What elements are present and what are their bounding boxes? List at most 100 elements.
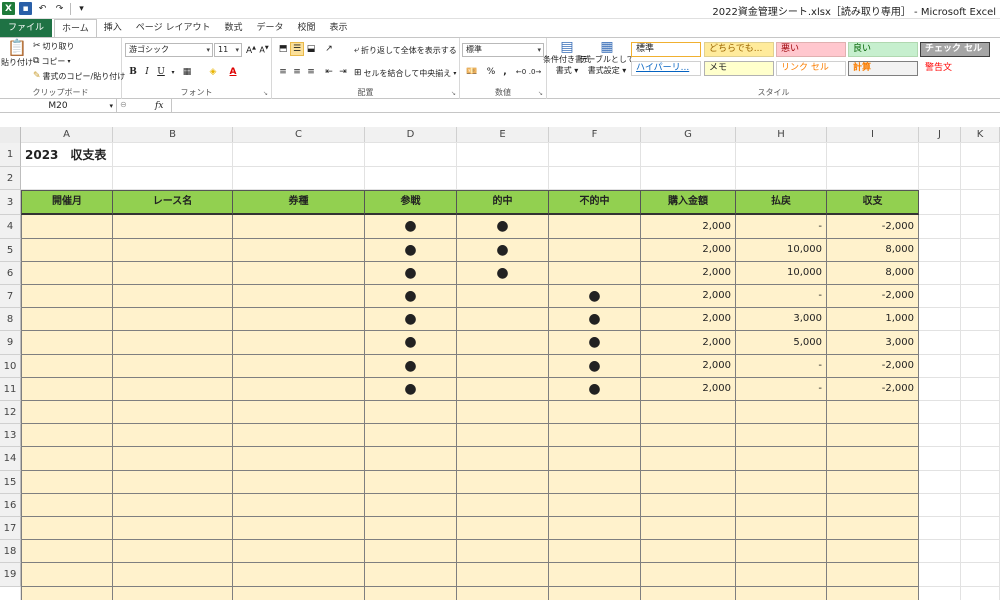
data-cell[interactable]: ● [365, 308, 457, 331]
data-cell[interactable] [827, 563, 919, 587]
paste-button[interactable]: 📋 貼り付け [1, 40, 33, 68]
data-cell[interactable] [113, 355, 233, 378]
data-cell[interactable] [233, 540, 365, 563]
data-cell[interactable] [21, 215, 113, 239]
data-cell[interactable]: ● [549, 378, 641, 401]
data-cell[interactable]: ● [549, 331, 641, 355]
data-cell[interactable] [641, 447, 736, 471]
italic-button[interactable]: I [140, 65, 154, 79]
font-size-select[interactable]: 11 ▾ [214, 43, 242, 57]
data-cell[interactable]: 8,000 [827, 239, 919, 262]
data-cell[interactable] [233, 587, 365, 600]
sheet-title[interactable]: 2023 収支表 [25, 143, 245, 167]
row-header-6[interactable]: 6 [0, 262, 21, 285]
data-cell[interactable]: ● [365, 331, 457, 355]
row-header-11[interactable]: 11 [0, 378, 21, 401]
data-cell[interactable] [365, 424, 457, 447]
copy-button[interactable]: ⧉ コピー ▾ [33, 56, 70, 67]
cell-style-hyperlink[interactable]: ハイパーリ... [631, 61, 701, 76]
column-header-h[interactable]: H [736, 127, 827, 143]
data-cell[interactable] [233, 308, 365, 331]
data-cell[interactable]: -2,000 [827, 215, 919, 239]
header-cell[interactable]: 券種 [233, 190, 365, 215]
data-cell[interactable] [233, 378, 365, 401]
data-cell[interactable] [233, 563, 365, 587]
data-cell[interactable] [113, 239, 233, 262]
data-cell[interactable] [641, 401, 736, 424]
merge-center-button[interactable]: ⊞ セルを結合して中央揃え ▾ [354, 68, 456, 79]
data-cell[interactable] [549, 563, 641, 587]
data-cell[interactable] [365, 494, 457, 517]
data-cell[interactable] [736, 587, 827, 600]
data-cell[interactable] [457, 378, 549, 401]
data-cell[interactable] [365, 587, 457, 600]
data-cell[interactable] [365, 517, 457, 540]
row-header-18[interactable]: 18 [0, 540, 21, 563]
increase-indent-button[interactable]: ⇥ [336, 65, 350, 79]
data-cell[interactable]: ● [365, 378, 457, 401]
column-header-a[interactable]: A [21, 127, 113, 143]
cell-style-linked-cell[interactable]: リンク セル [776, 61, 846, 76]
align-right-button[interactable]: ≡ [304, 65, 318, 79]
data-cell[interactable]: ● [457, 239, 549, 262]
data-cell[interactable] [549, 517, 641, 540]
data-cell[interactable] [21, 587, 113, 600]
data-cell[interactable] [457, 331, 549, 355]
tab-file[interactable]: ファイル [0, 19, 53, 37]
row-header-10[interactable]: 10 [0, 355, 21, 378]
data-cell[interactable] [549, 447, 641, 471]
data-cell[interactable] [457, 401, 549, 424]
align-middle-button[interactable]: ☰ [290, 42, 304, 56]
data-cell[interactable] [549, 401, 641, 424]
row-header-5[interactable]: 5 [0, 239, 21, 262]
data-cell[interactable] [736, 471, 827, 494]
data-cell[interactable] [641, 494, 736, 517]
data-cell[interactable]: ● [365, 262, 457, 285]
insert-function-button[interactable]: fx [155, 99, 169, 113]
row-header-16[interactable]: 16 [0, 494, 21, 517]
percent-button[interactable]: % [484, 65, 498, 79]
data-cell[interactable] [736, 401, 827, 424]
data-cell[interactable]: 2,000 [641, 331, 736, 355]
data-cell[interactable] [736, 517, 827, 540]
wrap-text-button[interactable]: ⤶ 折り返して全体を表示する [354, 45, 457, 56]
data-cell[interactable] [21, 401, 113, 424]
data-cell[interactable]: ● [365, 285, 457, 308]
data-cell[interactable] [549, 587, 641, 600]
data-cell[interactable]: 2,000 [641, 239, 736, 262]
data-cell[interactable]: 10,000 [736, 239, 827, 262]
data-cell[interactable] [365, 540, 457, 563]
data-cell[interactable]: 2,000 [641, 285, 736, 308]
data-cell[interactable] [233, 471, 365, 494]
data-cell[interactable] [21, 239, 113, 262]
data-cell[interactable] [827, 424, 919, 447]
column-header-g[interactable]: G [641, 127, 736, 143]
data-cell[interactable] [233, 401, 365, 424]
data-cell[interactable] [113, 424, 233, 447]
data-cell[interactable] [21, 285, 113, 308]
bold-button[interactable]: B [126, 65, 140, 79]
data-cell[interactable]: ● [457, 215, 549, 239]
number-format-select[interactable]: 標準 ▾ [462, 43, 544, 57]
redo-icon[interactable]: ↷ [53, 2, 66, 15]
data-cell[interactable] [113, 401, 233, 424]
header-cell[interactable]: 払戻 [736, 190, 827, 215]
select-all-button[interactable] [0, 127, 21, 143]
data-cell[interactable] [113, 331, 233, 355]
data-cell[interactable] [549, 424, 641, 447]
data-cell[interactable] [233, 239, 365, 262]
header-cell[interactable]: 参戦 [365, 190, 457, 215]
align-top-button[interactable]: ⬒ [276, 42, 290, 56]
cell-style-note[interactable]: メモ [704, 61, 774, 76]
data-cell[interactable]: ● [457, 262, 549, 285]
data-cell[interactable] [827, 401, 919, 424]
cancel-entry-icon[interactable]: ⊖ [120, 100, 127, 109]
data-cell[interactable]: ● [365, 215, 457, 239]
data-cell[interactable] [233, 262, 365, 285]
borders-button[interactable]: ▦ [180, 65, 194, 79]
data-cell[interactable] [827, 517, 919, 540]
align-center-button[interactable]: ≡ [290, 65, 304, 79]
data-cell[interactable]: 2,000 [641, 378, 736, 401]
data-cell[interactable] [113, 447, 233, 471]
row-header-9[interactable]: 9 [0, 331, 21, 355]
